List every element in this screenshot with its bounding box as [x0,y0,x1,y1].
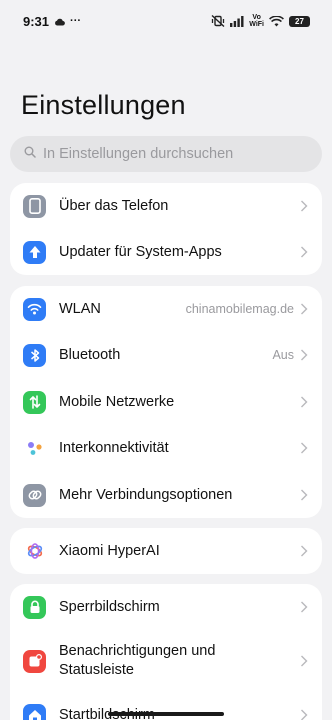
wifi-icon [269,15,284,27]
page-title: Einstellungen [21,90,186,120]
hyperai-icon [23,540,46,563]
vowifi-indicator: Vo WiFi [249,14,264,28]
battery-indicator: 27 [289,15,310,27]
settings-item-label: Mobile Netzwerke [59,393,175,410]
settings-group-personalization: Sperrbildschirm Benachrichtigungen und S… [10,584,322,720]
notification-icon [23,649,46,673]
signal-icon [230,15,244,27]
settings-item-wlan[interactable]: WLAN chinamobilemag.de [10,286,322,332]
clock: 9:31 [23,13,50,29]
settings-item-about-phone[interactable]: Über das Telefon [10,183,322,229]
home-icon [23,703,46,720]
chevron-right-icon [301,396,308,408]
vibrate-off-icon [211,15,225,27]
gesture-home-bar[interactable] [108,712,224,716]
settings-item-label: Bluetooth [59,346,121,363]
settings-item-label: Sperrbildschirm [59,598,160,615]
chevron-right-icon [301,442,308,454]
search-input[interactable]: In Einstellungen durchsuchen [10,136,322,172]
notification-dots: ··· [70,15,82,27]
wifi-icon [23,297,46,321]
upload-arrow-icon [23,240,46,264]
chevron-right-icon [301,545,308,557]
lock-icon [23,595,46,619]
chevron-right-icon [301,303,308,315]
settings-item-label: Interkonnektivität [59,439,169,456]
chevron-right-icon [301,709,308,720]
cloud-icon [54,14,65,29]
chevron-right-icon [301,655,308,667]
settings-item-notifications[interactable]: Benachrichtigungen und Statusleiste [10,631,322,691]
settings-item-label: Mehr Verbindungsoptionen [59,486,233,503]
chevron-right-icon [301,601,308,613]
phone-icon [23,194,46,218]
mobile-data-arrows-icon [23,390,46,414]
settings-item-lockscreen[interactable]: Sperrbildschirm [10,584,322,630]
chevron-right-icon [301,349,308,361]
settings-item-label: Xiaomi HyperAI [59,542,160,559]
search-icon [24,146,36,162]
settings-item-hyperai[interactable]: Xiaomi HyperAI [10,528,322,574]
wlan-network-name: chinamobilemag.de [185,302,294,316]
settings-item-label: Updater für System-Apps [59,243,222,260]
settings-item-label: Benachrichtigungen und Statusleiste [59,643,216,678]
settings-group-connectivity: WLAN chinamobilemag.de Bluetooth Aus Mob… [10,286,322,518]
bluetooth-status: Aus [272,348,294,362]
chevron-right-icon [301,489,308,501]
settings-group-device: Über das Telefon Updater für System-Apps [10,183,322,275]
settings-group-ai: Xiaomi HyperAI [10,528,322,574]
settings-item-label: WLAN [59,300,101,317]
interconnectivity-icon [23,437,46,460]
settings-item-system-app-updater[interactable]: Updater für System-Apps [10,229,322,275]
settings-item-more-connections[interactable]: Mehr Verbindungsoptionen [10,472,322,518]
link-icon [23,483,46,507]
settings-item-interconnectivity[interactable]: Interkonnektivität [10,425,322,471]
settings-item-bluetooth[interactable]: Bluetooth Aus [10,332,322,378]
chevron-right-icon [301,200,308,212]
bluetooth-icon [23,343,46,367]
status-bar: 9:31 ··· Vo WiFi 27 [0,0,332,42]
chevron-right-icon [301,246,308,258]
settings-item-label: Über das Telefon [59,197,169,214]
search-placeholder: In Einstellungen durchsuchen [43,146,234,162]
settings-item-mobile-networks[interactable]: Mobile Netzwerke [10,379,322,425]
